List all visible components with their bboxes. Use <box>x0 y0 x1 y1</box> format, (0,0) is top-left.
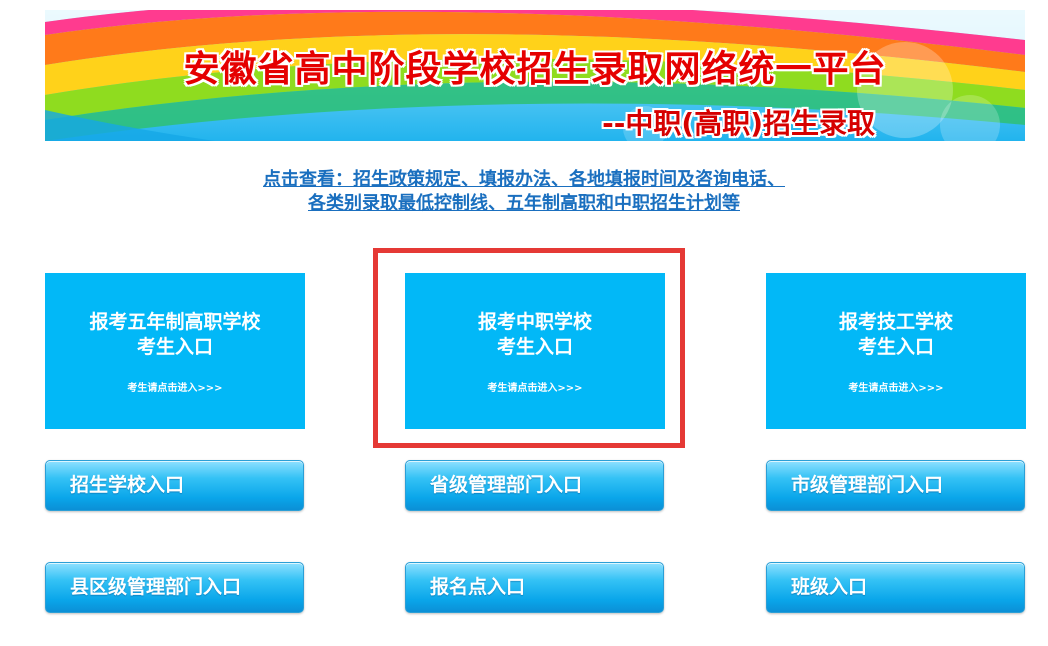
notice-line-2: 各类别录取最低控制线、五年制高职和中职招生计划等 <box>308 193 740 214</box>
school-entry-button[interactable]: 招生学校入口 <box>45 460 304 511</box>
entry-card-hint: 考生请点击进入>>> <box>487 383 583 394</box>
entry-card-title: 报考中职学校 <box>477 311 592 333</box>
header-banner: 安徽省高中阶段学校招生录取网络统一平台 --中职(高职)招生录取 <box>45 10 1025 141</box>
technical-school-entry-card[interactable]: 报考技工学校 考生入口 考生请点击进入>>> <box>766 273 1026 429</box>
class-entry-button[interactable]: 班级入口 <box>766 562 1025 613</box>
policy-notice-link[interactable]: 点击查看：招生政策规定、填报办法、各地填报时间及咨询电话、 各类别录取最低控制线… <box>0 168 1048 216</box>
secondary-vocational-entry-card[interactable]: 报考中职学校 考生入口 考生请点击进入>>> <box>405 273 665 429</box>
entry-card-subtitle: 考生入口 <box>857 336 934 358</box>
entry-card-title: 报考技工学校 <box>838 311 953 333</box>
banner-subtitle: --中职(高职)招生录取 <box>602 107 875 140</box>
entry-card-subtitle: 考生入口 <box>136 336 213 358</box>
county-admin-button[interactable]: 县区级管理部门入口 <box>45 562 304 613</box>
registration-point-button[interactable]: 报名点入口 <box>405 562 664 613</box>
provincial-admin-button[interactable]: 省级管理部门入口 <box>405 460 664 511</box>
entry-card-hint: 考生请点击进入>>> <box>127 383 223 394</box>
five-year-vocational-entry-card[interactable]: 报考五年制高职学校 考生入口 考生请点击进入>>> <box>45 273 305 429</box>
notice-line-1: 点击查看：招生政策规定、填报办法、各地填报时间及咨询电话、 <box>263 169 785 190</box>
city-admin-button[interactable]: 市级管理部门入口 <box>766 460 1025 511</box>
entry-card-title: 报考五年制高职学校 <box>89 311 261 333</box>
entry-card-subtitle: 考生入口 <box>496 336 573 358</box>
banner-title: 安徽省高中阶段学校招生录取网络统一平台 <box>183 49 887 90</box>
entry-card-hint: 考生请点击进入>>> <box>848 383 944 394</box>
